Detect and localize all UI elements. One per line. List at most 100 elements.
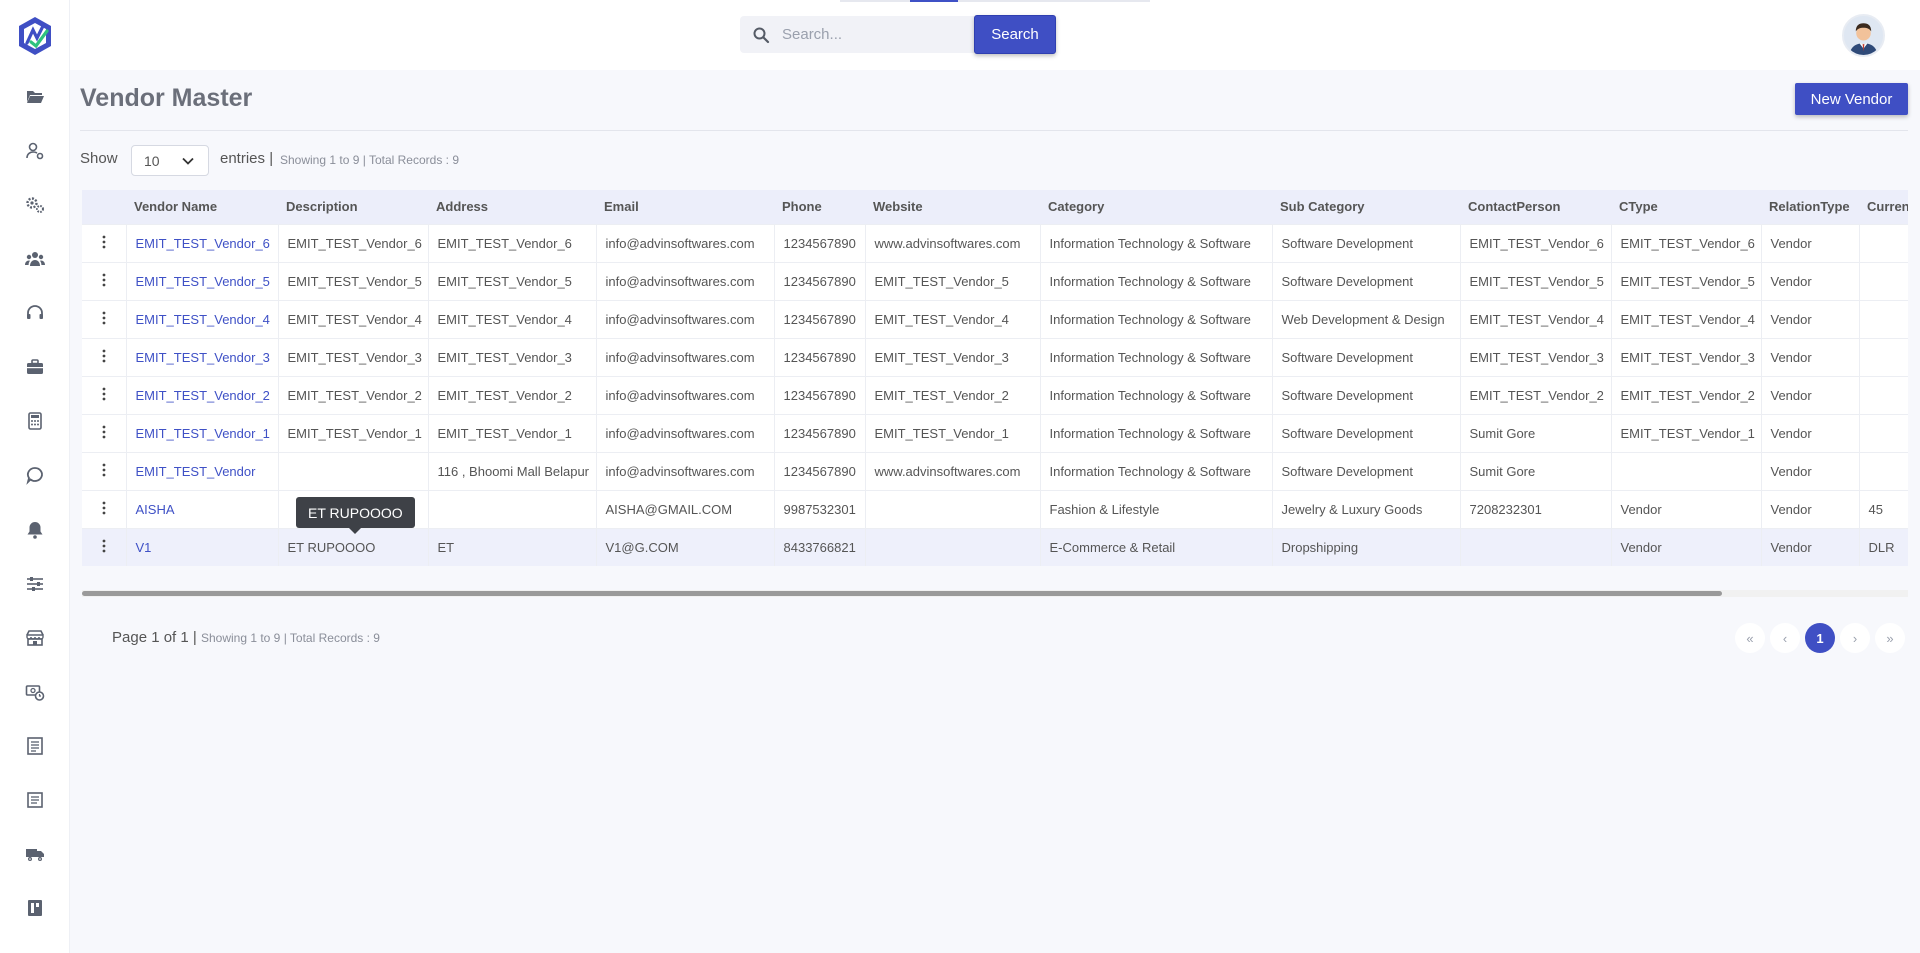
cell-currency [1859, 262, 1908, 300]
column-header-currency[interactable]: Currency [1859, 190, 1908, 224]
cell-email: info@advinsoftwares.com [596, 338, 775, 376]
kebab-menu-icon [102, 501, 106, 514]
table-row[interactable]: EMIT_TEST_Vendor_5 EMIT_TEST_Vendor_5 EMIT… [82, 262, 1908, 300]
chat-bubble-icon[interactable] [23, 463, 47, 487]
table-row[interactable]: EMIT_TEST_Vendor 116 , Bhoomi Mall Belapu… [82, 452, 1908, 490]
cell-sub-category: Software Development [1272, 224, 1461, 262]
cell-description: EMIT_TEST_Vendor_2 [278, 376, 429, 414]
row-actions-menu[interactable] [82, 338, 127, 376]
table-row[interactable]: EMIT_TEST_Vendor_1 EMIT_TEST_Vendor_1 EMIT… [82, 414, 1908, 452]
column-header-address[interactable]: Address [428, 190, 596, 224]
calculator-icon[interactable] [23, 409, 47, 433]
row-actions-menu[interactable] [82, 262, 127, 300]
column-header-vendor-name[interactable]: Vendor Name [126, 190, 278, 224]
cell-vendor-name[interactable]: EMIT_TEST_Vendor_3 [126, 338, 279, 376]
show-label: Show [80, 150, 118, 167]
kebab-menu-icon [102, 463, 106, 476]
entries-info: Showing 1 to 9 | Total Records : 9 [280, 153, 459, 167]
search-button[interactable]: Search [974, 15, 1056, 54]
column-header-phone[interactable]: Phone [774, 190, 865, 224]
entries-label: entries | [220, 150, 274, 167]
column-header-contact-person[interactable]: ContactPerson [1460, 190, 1611, 224]
kebab-menu-icon [102, 349, 106, 362]
truck-icon[interactable] [23, 842, 47, 866]
folder-open-icon[interactable] [23, 84, 47, 108]
cell-relation-type: Vendor [1761, 490, 1860, 528]
row-actions-menu[interactable] [82, 490, 127, 528]
column-header-email[interactable]: Email [596, 190, 774, 224]
cell-address: ET [428, 528, 597, 566]
gears-icon[interactable] [23, 193, 47, 217]
money-clock-icon[interactable] [23, 680, 47, 704]
user-avatar[interactable] [1842, 14, 1885, 57]
row-actions-menu[interactable] [82, 452, 127, 490]
page-info-records: Showing 1 to 9 | Total Records : 9 [200, 631, 380, 645]
cell-sub-category: Software Development [1272, 376, 1461, 414]
search-input[interactable] [782, 26, 962, 43]
cell-vendor-name[interactable]: EMIT_TEST_Vendor_1 [126, 414, 279, 452]
cell-email: info@advinsoftwares.com [596, 300, 775, 338]
row-actions-menu[interactable] [82, 224, 127, 262]
cell-sub-category: Software Development [1272, 452, 1461, 490]
first-page-button[interactable]: « [1735, 623, 1765, 653]
cell-phone: 1234567890 [774, 414, 866, 452]
cell-phone: 9987532301 [774, 490, 866, 528]
table-row[interactable]: EMIT_TEST_Vendor_2 EMIT_TEST_Vendor_2 EMIT… [82, 376, 1908, 414]
cell-currency [1859, 414, 1908, 452]
cell-contact-person: EMIT_TEST_Vendor_5 [1460, 262, 1612, 300]
last-page-button[interactable]: » [1875, 623, 1905, 653]
row-actions-menu[interactable] [82, 414, 127, 452]
horizontal-scrollbar-thumb[interactable] [82, 591, 1722, 596]
cell-vendor-name[interactable]: EMIT_TEST_Vendor [126, 452, 279, 490]
cell-sub-category: Web Development & Design [1272, 300, 1461, 338]
table-row[interactable]: EMIT_TEST_Vendor_6 EMIT_TEST_Vendor_6 EMIT… [82, 224, 1908, 262]
cell-description: EMIT_TEST_Vendor_4 [278, 300, 429, 338]
cell-relation-type: Vendor [1761, 300, 1860, 338]
row-actions-menu[interactable] [82, 300, 127, 338]
cell-website: EMIT_TEST_Vendor_1 [865, 414, 1041, 452]
sliders-icon[interactable] [23, 572, 47, 596]
cell-vendor-name[interactable]: EMIT_TEST_Vendor_6 [126, 224, 279, 262]
cell-sub-category: Software Development [1272, 414, 1461, 452]
new-vendor-button[interactable]: New Vendor [1795, 83, 1908, 115]
cell-address: 116 , Bhoomi Mall Belapur [428, 452, 597, 490]
column-header-description[interactable]: Description [278, 190, 428, 224]
current-page-button[interactable]: 1 [1805, 623, 1835, 653]
column-header-relation-type[interactable]: RelationType [1761, 190, 1859, 224]
document-list-icon[interactable] [23, 788, 47, 812]
cell-vendor-name[interactable]: EMIT_TEST_Vendor_5 [126, 262, 279, 300]
entries-per-page-select[interactable]: 10 [131, 145, 209, 176]
next-page-button[interactable]: › [1840, 623, 1870, 653]
user-settings-icon[interactable] [23, 139, 47, 163]
cell-vendor-name[interactable]: EMIT_TEST_Vendor_4 [126, 300, 279, 338]
cell-email: info@advinsoftwares.com [596, 262, 775, 300]
cell-ctype: EMIT_TEST_Vendor_6 [1611, 224, 1762, 262]
row-actions-menu[interactable] [82, 528, 127, 566]
cell-vendor-name[interactable]: V1 [126, 528, 279, 566]
ledger-icon[interactable] [23, 734, 47, 758]
cell-vendor-name[interactable]: AISHA [126, 490, 279, 528]
cell-vendor-name[interactable]: EMIT_TEST_Vendor_2 [126, 376, 279, 414]
chevron-down-icon [182, 157, 194, 165]
cell-relation-type: Vendor [1761, 452, 1860, 490]
cell-ctype: EMIT_TEST_Vendor_3 [1611, 338, 1762, 376]
prev-page-button[interactable]: ‹ [1770, 623, 1800, 653]
row-actions-menu[interactable] [82, 376, 127, 414]
cell-relation-type: Vendor [1761, 528, 1860, 566]
report-icon[interactable] [23, 896, 47, 920]
users-group-icon[interactable] [23, 247, 47, 271]
app-logo[interactable] [17, 16, 53, 56]
column-header-website[interactable]: Website [865, 190, 1040, 224]
table-row[interactable]: EMIT_TEST_Vendor_3 EMIT_TEST_Vendor_3 EMIT… [82, 338, 1908, 376]
column-header-category[interactable]: Category [1040, 190, 1272, 224]
cell-category: Information Technology & Software [1040, 414, 1273, 452]
column-header-ctype[interactable]: CType [1611, 190, 1761, 224]
headset-icon[interactable] [23, 301, 47, 325]
bell-icon[interactable] [23, 518, 47, 542]
cell-contact-person: Sumit Gore [1460, 414, 1612, 452]
column-header-sub-category[interactable]: Sub Category [1272, 190, 1460, 224]
briefcase-icon[interactable] [23, 355, 47, 379]
cell-email: V1@G.COM [596, 528, 775, 566]
store-icon[interactable] [23, 626, 47, 650]
table-row[interactable]: EMIT_TEST_Vendor_4 EMIT_TEST_Vendor_4 EMIT… [82, 300, 1908, 338]
